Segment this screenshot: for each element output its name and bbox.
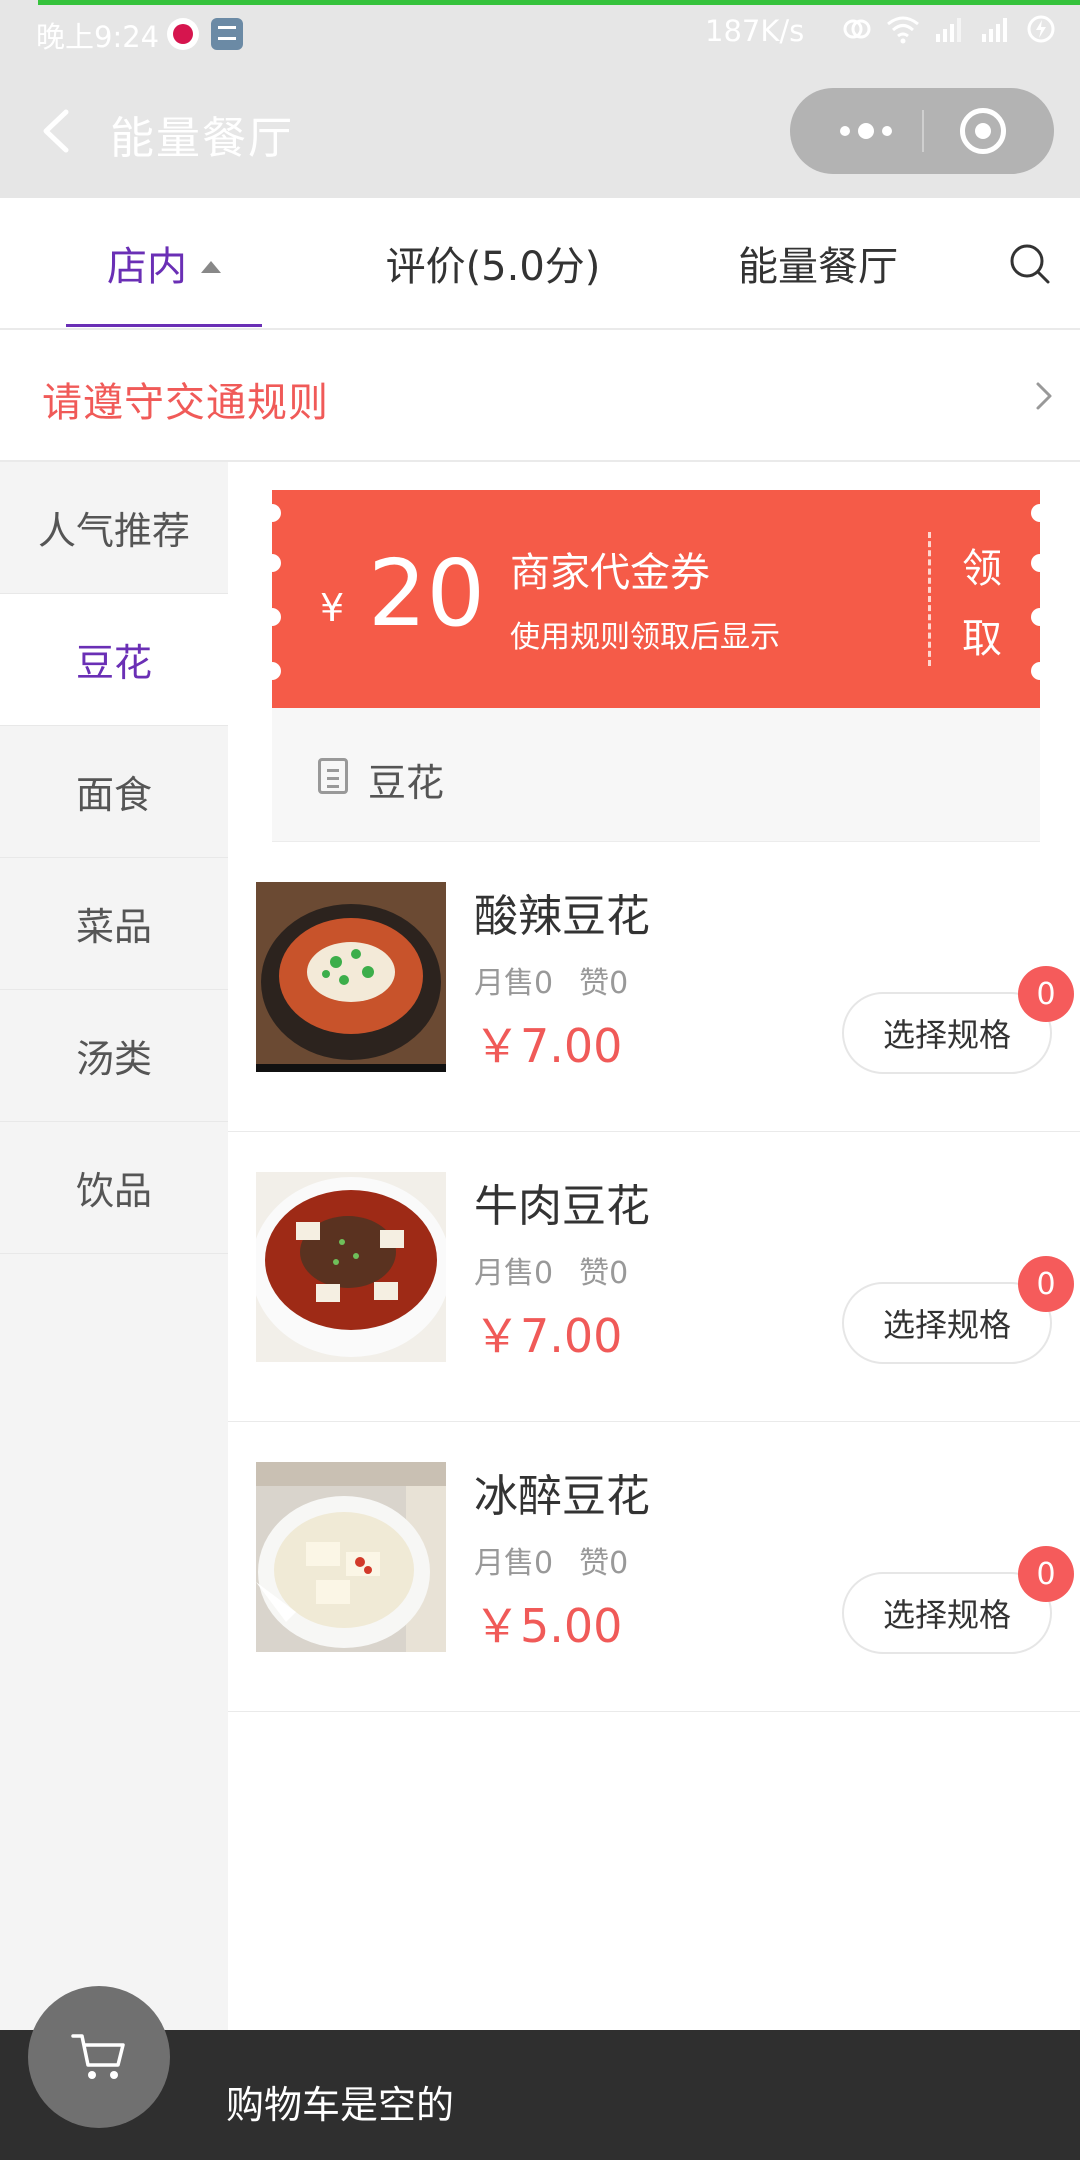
cart-button[interactable] bbox=[28, 1986, 170, 2128]
coupon-notch bbox=[1031, 504, 1049, 522]
coupon-amount: 20 bbox=[368, 540, 486, 647]
sidebar-item-popular[interactable]: 人气推荐 bbox=[0, 462, 228, 594]
menu-item[interactable]: 牛肉豆花 月售0 赞0 ￥7.00 选择规格 0 bbox=[228, 1132, 1080, 1422]
app-notification-icon bbox=[167, 18, 199, 50]
sidebar-item-label: 汤类 bbox=[75, 1037, 152, 1081]
network-speed: 187K/s bbox=[705, 14, 805, 48]
sidebar-item-dishes[interactable]: 菜品 bbox=[0, 858, 228, 990]
back-button[interactable] bbox=[32, 98, 92, 164]
dot-icon bbox=[882, 126, 892, 136]
dish-image[interactable] bbox=[256, 1172, 446, 1362]
tab-label: 店内 bbox=[107, 244, 187, 290]
coupon-notch bbox=[1031, 608, 1049, 626]
notice-banner[interactable]: 请遵守交通规则 bbox=[0, 330, 1080, 462]
category-header: 豆花 bbox=[272, 708, 1040, 842]
search-button[interactable] bbox=[1008, 242, 1052, 286]
claim-coupon-button[interactable]: 领取 bbox=[958, 534, 1006, 674]
coupon-divider bbox=[928, 532, 931, 666]
likes-count: 赞0 bbox=[579, 1256, 629, 1291]
chevron-left-icon bbox=[43, 109, 69, 153]
dish-stats: 月售0 赞0 bbox=[474, 1248, 628, 1292]
title-bar: 能量餐厅 bbox=[0, 66, 1080, 198]
likes-count: 赞0 bbox=[579, 966, 629, 1001]
coupon-title: 商家代金券 bbox=[510, 550, 710, 596]
chevron-right-icon bbox=[1036, 382, 1052, 410]
mini-program-capsule bbox=[790, 88, 1054, 174]
target-icon bbox=[975, 123, 991, 139]
tab-shop-info[interactable]: 能量餐厅 bbox=[718, 198, 918, 328]
signal-icon-2 bbox=[982, 18, 1007, 42]
shopping-cart-icon bbox=[71, 2034, 125, 2079]
coupon-rule: 使用规则领取后显示 bbox=[510, 620, 780, 655]
capsule-divider bbox=[922, 110, 924, 152]
dish-price: ￥7.00 bbox=[474, 1309, 623, 1363]
page-title: 能量餐厅 bbox=[110, 113, 294, 164]
dish-name: 牛肉豆花 bbox=[474, 1181, 650, 1232]
dot-icon bbox=[858, 123, 874, 139]
menu-item[interactable]: 冰醉豆花 月售0 赞0 ￥5.00 选择规格 0 bbox=[228, 1422, 1080, 1712]
coupon-notch bbox=[263, 662, 281, 680]
coupon-currency: ¥ bbox=[320, 586, 345, 630]
sidebar-item-tofu-pudding[interactable]: 豆花 bbox=[0, 594, 228, 726]
wifi-icon bbox=[887, 16, 919, 44]
dish-name: 冰醉豆花 bbox=[474, 1471, 650, 1522]
dish-image[interactable] bbox=[256, 1462, 446, 1652]
cart-count-badge: 0 bbox=[1018, 1546, 1074, 1602]
close-mini-program-button[interactable] bbox=[960, 108, 1006, 154]
dish-price: ￥5.00 bbox=[474, 1599, 623, 1653]
page-load-progress-bar bbox=[38, 0, 1080, 5]
monthly-sales: 月售0 bbox=[474, 1256, 554, 1291]
dish-image[interactable] bbox=[256, 882, 446, 1072]
tab-bar: 店内 评价(5.0分) 能量餐厅 bbox=[0, 198, 1080, 330]
link-icon bbox=[843, 19, 871, 39]
cart-count-badge: 0 bbox=[1018, 1256, 1074, 1312]
menu-item[interactable]: 酸辣豆花 月售0 赞0 ￥7.00 选择规格 0 bbox=[228, 842, 1080, 1132]
active-tab-indicator bbox=[66, 324, 262, 327]
coupon-notch bbox=[263, 554, 281, 572]
sidebar-item-label: 饮品 bbox=[75, 1169, 152, 1213]
coupon-notch bbox=[1031, 662, 1049, 680]
monthly-sales: 月售0 bbox=[474, 966, 554, 1001]
sidebar-item-drinks[interactable]: 饮品 bbox=[0, 1122, 228, 1254]
sidebar-item-noodles[interactable]: 面食 bbox=[0, 726, 228, 858]
monthly-sales: 月售0 bbox=[474, 1546, 554, 1581]
coupon-notch bbox=[1031, 554, 1049, 572]
dish-price: ￥7.00 bbox=[474, 1019, 623, 1073]
merchant-coupon[interactable]: ¥ 20 商家代金券 使用规则领取后显示 领取 bbox=[263, 490, 1049, 708]
dish-name: 酸辣豆花 bbox=[474, 891, 650, 942]
tab-store[interactable]: 店内 bbox=[66, 198, 262, 328]
search-icon bbox=[1010, 244, 1050, 284]
triangle-up-icon bbox=[201, 261, 221, 273]
tab-label: 能量餐厅 bbox=[738, 244, 898, 290]
dish-stats: 月售0 赞0 bbox=[474, 958, 628, 1002]
status-icons bbox=[842, 14, 1056, 44]
signal-icon bbox=[936, 18, 961, 42]
tab-reviews[interactable]: 评价(5.0分) bbox=[368, 198, 618, 328]
message-notification-icon bbox=[211, 18, 243, 50]
battery-charging-icon bbox=[1027, 15, 1055, 43]
tab-label: 评价(5.0分) bbox=[385, 244, 601, 290]
sidebar-item-label: 面食 bbox=[75, 773, 152, 817]
notice-text: 请遵守交通规则 bbox=[42, 380, 329, 426]
sidebar-item-label: 人气推荐 bbox=[37, 509, 190, 553]
status-bar: 晚上9:24 187K/s bbox=[0, 0, 1080, 66]
sidebar-item-label: 菜品 bbox=[75, 905, 152, 949]
dot-icon bbox=[840, 126, 850, 136]
more-menu-button[interactable] bbox=[820, 88, 912, 174]
cart-count-badge: 0 bbox=[1018, 966, 1074, 1022]
coupon-notch bbox=[263, 608, 281, 626]
dish-stats: 月售0 赞0 bbox=[474, 1538, 628, 1582]
sidebar-item-soups[interactable]: 汤类 bbox=[0, 990, 228, 1122]
cart-empty-text: 购物车是空的 bbox=[226, 2083, 455, 2127]
status-time: 晚上9:24 bbox=[36, 20, 160, 54]
menu-list-icon bbox=[318, 758, 348, 794]
category-title: 豆花 bbox=[368, 761, 445, 805]
likes-count: 赞0 bbox=[579, 1546, 629, 1581]
category-sidebar: 人气推荐 豆花 面食 菜品 汤类 饮品 bbox=[0, 462, 228, 2030]
sidebar-item-label: 豆花 bbox=[75, 641, 152, 685]
coupon-notch bbox=[263, 504, 281, 522]
